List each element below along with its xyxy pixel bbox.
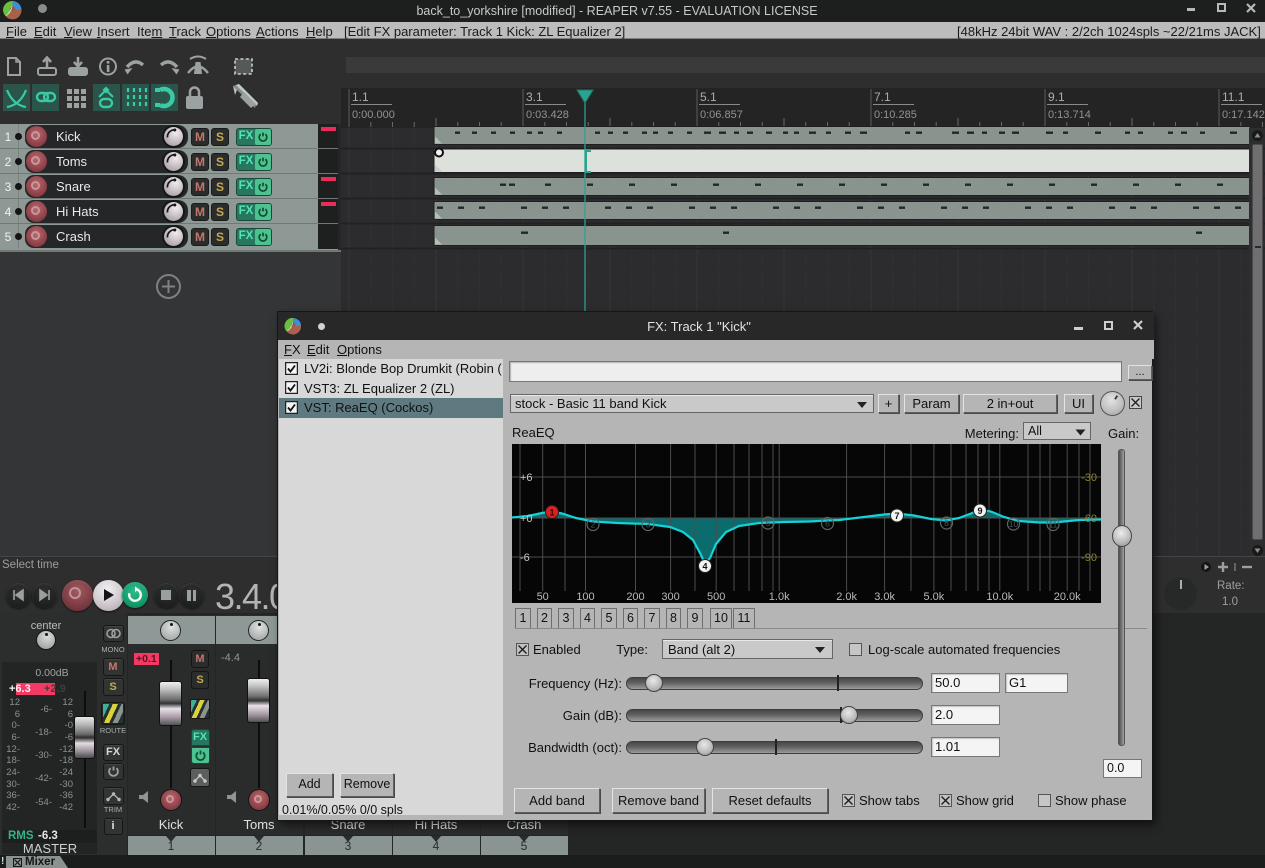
svg-text:0:06.857: 0:06.857 [700,109,743,121]
svg-text:1.1: 1.1 [352,90,369,104]
svg-text:0:10.285: 0:10.285 [874,109,917,121]
svg-text:9: 9 [977,506,982,516]
svg-text:20.0k: 20.0k [1054,591,1081,603]
svg-text:8: 8 [944,518,949,528]
svg-text:5.0k: 5.0k [924,591,945,603]
svg-text:300: 300 [661,591,679,603]
svg-text:1: 1 [549,508,554,518]
svg-text:200: 200 [626,591,644,603]
svg-text:100: 100 [576,591,594,603]
svg-text:5: 5 [766,518,771,528]
svg-text:-60: -60 [1081,513,1097,525]
svg-text:11: 11 [1049,520,1058,530]
svg-text:6: 6 [825,519,830,529]
svg-text:9.1: 9.1 [1048,90,1065,104]
svg-text:2.0k: 2.0k [836,591,857,603]
svg-text:3.0k: 3.0k [874,591,895,603]
svg-text:10.0k: 10.0k [986,591,1013,603]
svg-text:7: 7 [894,511,899,521]
svg-text:3.1: 3.1 [526,90,543,104]
svg-text:4: 4 [702,562,707,572]
svg-text:-90: -90 [1081,552,1097,564]
svg-text:0:03.428: 0:03.428 [526,109,569,121]
svg-text:500: 500 [707,591,725,603]
svg-text:11.1: 11.1 [1222,90,1245,104]
svg-text:-30: -30 [1081,472,1097,484]
svg-text:0:17.142: 0:17.142 [1222,109,1265,121]
svg-text:10: 10 [1009,519,1019,529]
svg-text:7.1: 7.1 [874,90,891,104]
svg-text:+0: +0 [520,513,533,525]
svg-text:0:00.000: 0:00.000 [352,109,395,121]
svg-text:2: 2 [591,520,596,530]
svg-text:5.1: 5.1 [700,90,717,104]
svg-text:+6: +6 [520,472,533,484]
svg-text:3: 3 [646,520,651,530]
svg-text:0:13.714: 0:13.714 [1048,109,1091,121]
svg-text:50: 50 [537,591,549,603]
svg-text:1.0k: 1.0k [769,591,790,603]
svg-text:-6: -6 [520,552,530,564]
